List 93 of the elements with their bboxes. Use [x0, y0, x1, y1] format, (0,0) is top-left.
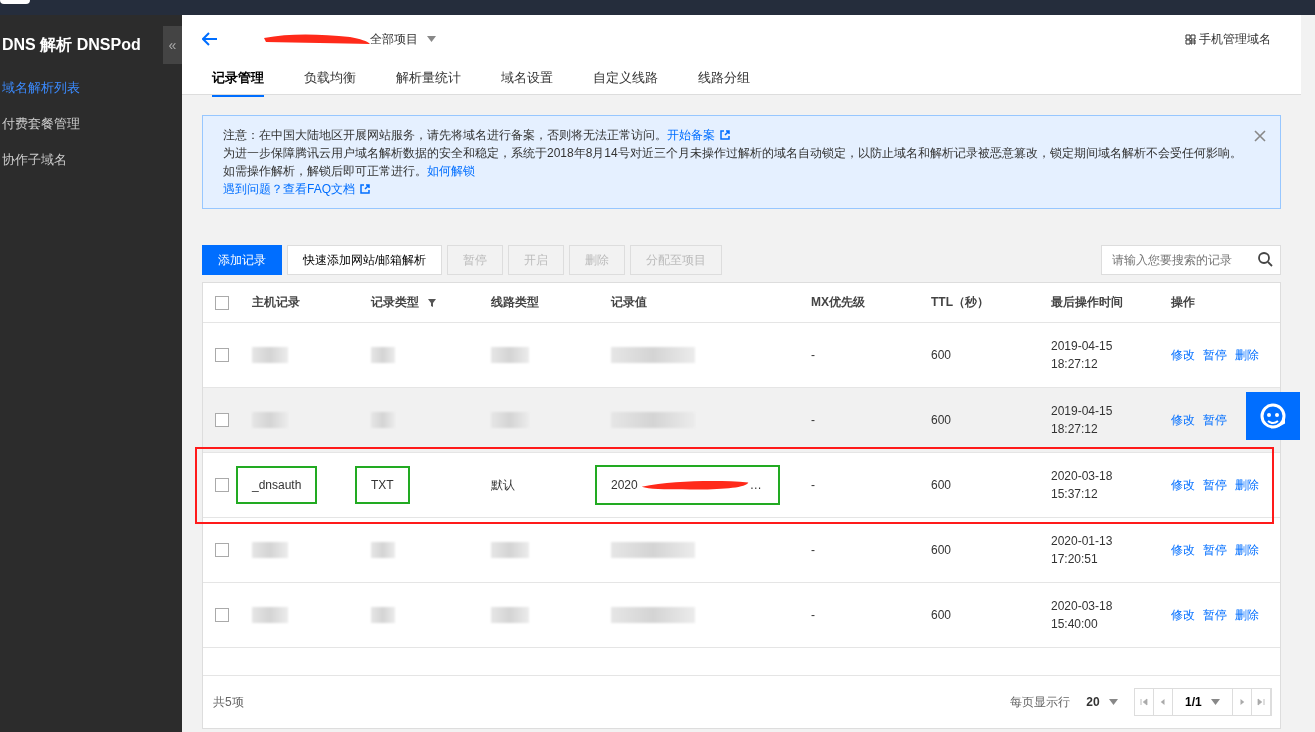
tab[interactable]: 域名设置 [501, 63, 553, 97]
column-header: TTL（秒） [931, 294, 990, 311]
column-header: 记录值 [611, 294, 648, 311]
row-checkbox[interactable] [215, 413, 229, 427]
mobile-manage-link[interactable]: 手机管理域名 [1185, 30, 1271, 48]
table-cell: - [811, 608, 815, 622]
tab[interactable]: 线路分组 [698, 63, 750, 97]
tab[interactable]: 负载均衡 [304, 63, 356, 97]
external-link-icon [360, 184, 370, 194]
column-header: 记录类型 [371, 294, 491, 311]
notice-text: 如需操作解析，解锁后即可正常进行。 [223, 164, 427, 178]
product-title: DNS 解析 DNSPod [1, 34, 142, 55]
sidebar-item[interactable]: 协作子域名 [0, 142, 182, 178]
table-cell: - [811, 478, 815, 492]
search-field[interactable]: 请输入您要搜索的记录 [1101, 245, 1281, 275]
row-action-link[interactable]: 修改 [1171, 606, 1195, 624]
column-header: 操作 [1171, 294, 1196, 311]
table-cell-text: 2020-01-13 [1051, 533, 1113, 550]
external-link-icon [720, 130, 730, 140]
row-action-link[interactable]: 暂停 [1203, 346, 1227, 364]
column-header: 主机记录 [252, 294, 301, 311]
select-all-checkbox[interactable] [215, 295, 229, 310]
table-row[interactable]: - 600 2020-01-13 17:20:51 修改 暂停 删除 [203, 518, 1280, 583]
column-header: MX优先级 [811, 294, 866, 311]
table-cell: - [811, 413, 815, 427]
table-cell-text: 2020-03-18 [1051, 468, 1113, 485]
table-cell: - [811, 543, 815, 557]
notice-text: 为进一步保障腾讯云用户域名解析数据的安全和稳定，系统于2018年8月14号对近三个月未操作过解析的域名自动锁定，以防止域名和解析记录被恶意篡改，锁定期间域名解析不会受任何影响。 [223, 146, 1242, 160]
row-action-link[interactable]: 修改 [1171, 346, 1195, 364]
collapse-button[interactable]: « [163, 26, 182, 64]
notice-text: 注意：在中国大陆地区开展网站服务，请先将域名进行备案，否则将无法正常访问。 [223, 128, 667, 142]
grid-icon [1185, 33, 1196, 45]
table-row[interactable]: - 600 2019-04-15 18:27:12 修改 暂停 [203, 388, 1280, 453]
table-cell: … [749, 478, 762, 492]
row-action-link[interactable]: 删除 [1235, 476, 1259, 494]
total-count: 共5项 [213, 693, 244, 711]
table-cell: TXT [371, 478, 394, 492]
row-action-link[interactable]: 修改 [1171, 476, 1195, 494]
sidebar-item[interactable]: 域名解析列表 [0, 70, 182, 106]
row-action-link[interactable]: 删除 [1235, 346, 1259, 364]
back-arrow-icon[interactable] [202, 32, 218, 46]
row-checkbox[interactable] [215, 543, 229, 557]
caret-icon [1211, 699, 1220, 705]
table-cell-text: 18:27:12 [1051, 356, 1098, 373]
tab[interactable]: 自定义线路 [593, 63, 658, 97]
toolbar-button[interactable]: 快速添加网站/邮箱解析 [287, 245, 443, 275]
table-cell-text: 2020-03-18 [1051, 598, 1113, 615]
row-checkbox[interactable] [215, 608, 229, 622]
project-dropdown[interactable]: 全部项目 [370, 30, 437, 48]
table-cell: - [811, 348, 815, 362]
table-cell-text: 2019-04-15 [1051, 338, 1113, 355]
table-row[interactable]: - 600 2020-03-18 15:40:00 修改 暂停 删除 [203, 583, 1280, 648]
row-action-link[interactable]: 修改 [1171, 541, 1195, 559]
support-button[interactable] [1246, 392, 1300, 440]
table-cell-text: 15:37:12 [1051, 486, 1098, 503]
table-cell: 600 [931, 348, 952, 362]
row-action-link[interactable]: 暂停 [1203, 476, 1227, 494]
column-header: 线路类型 [491, 294, 540, 311]
column-header: 最后操作时间 [1051, 294, 1124, 311]
per-page-dropdown[interactable]: 20 [1080, 694, 1124, 710]
table-cell-text: 15:40:00 [1051, 616, 1098, 633]
table-cell: 600 [931, 413, 952, 427]
row-action-link[interactable]: 暂停 [1203, 411, 1227, 429]
row-action-link[interactable]: 暂停 [1203, 541, 1227, 559]
caret-icon [427, 35, 437, 42]
table-cell: 600 [931, 478, 952, 492]
notice-link[interactable]: 遇到问题？查看FAQ文档 [223, 182, 370, 196]
search-icon[interactable] [1258, 252, 1273, 267]
row-action-link[interactable]: 暂停 [1203, 606, 1227, 624]
sidebar-item[interactable]: 付费套餐管理 [0, 106, 182, 142]
tab[interactable]: 记录管理 [212, 63, 264, 97]
table-cell-text: 2019-04-15 [1051, 403, 1113, 420]
table-cell-text: 18:27:12 [1051, 421, 1098, 438]
row-checkbox[interactable] [215, 478, 229, 492]
close-icon[interactable] [1254, 130, 1266, 142]
row-action-link[interactable]: 删除 [1235, 541, 1259, 559]
toolbar-button[interactable]: 添加记录 [202, 245, 282, 275]
filter-icon[interactable] [427, 297, 437, 308]
tab[interactable]: 解析量统计 [396, 63, 461, 97]
notice-link[interactable]: 开始备案 [667, 128, 730, 142]
notice-link[interactable]: 如何解锁 [427, 164, 475, 178]
table-cell: 600 [931, 543, 952, 557]
row-action-link[interactable]: 修改 [1171, 411, 1195, 429]
row-action-link[interactable]: 删除 [1235, 606, 1259, 624]
table-cell: 600 [931, 608, 952, 622]
table-cell: 2020 [611, 478, 638, 492]
row-checkbox[interactable] [215, 348, 229, 362]
table-cell: 默认 [491, 476, 515, 494]
table-row[interactable]: _dnsauth TXT 默认 2020 … - 600 2020-03-18 15:37:12 修改 暂停 删除 [203, 453, 1280, 518]
table-cell: _dnsauth [252, 478, 302, 492]
per-page-label: 每页显示行 [1010, 693, 1071, 711]
caret-icon [1109, 699, 1118, 705]
table-cell-text: 17:20:51 [1051, 551, 1098, 568]
